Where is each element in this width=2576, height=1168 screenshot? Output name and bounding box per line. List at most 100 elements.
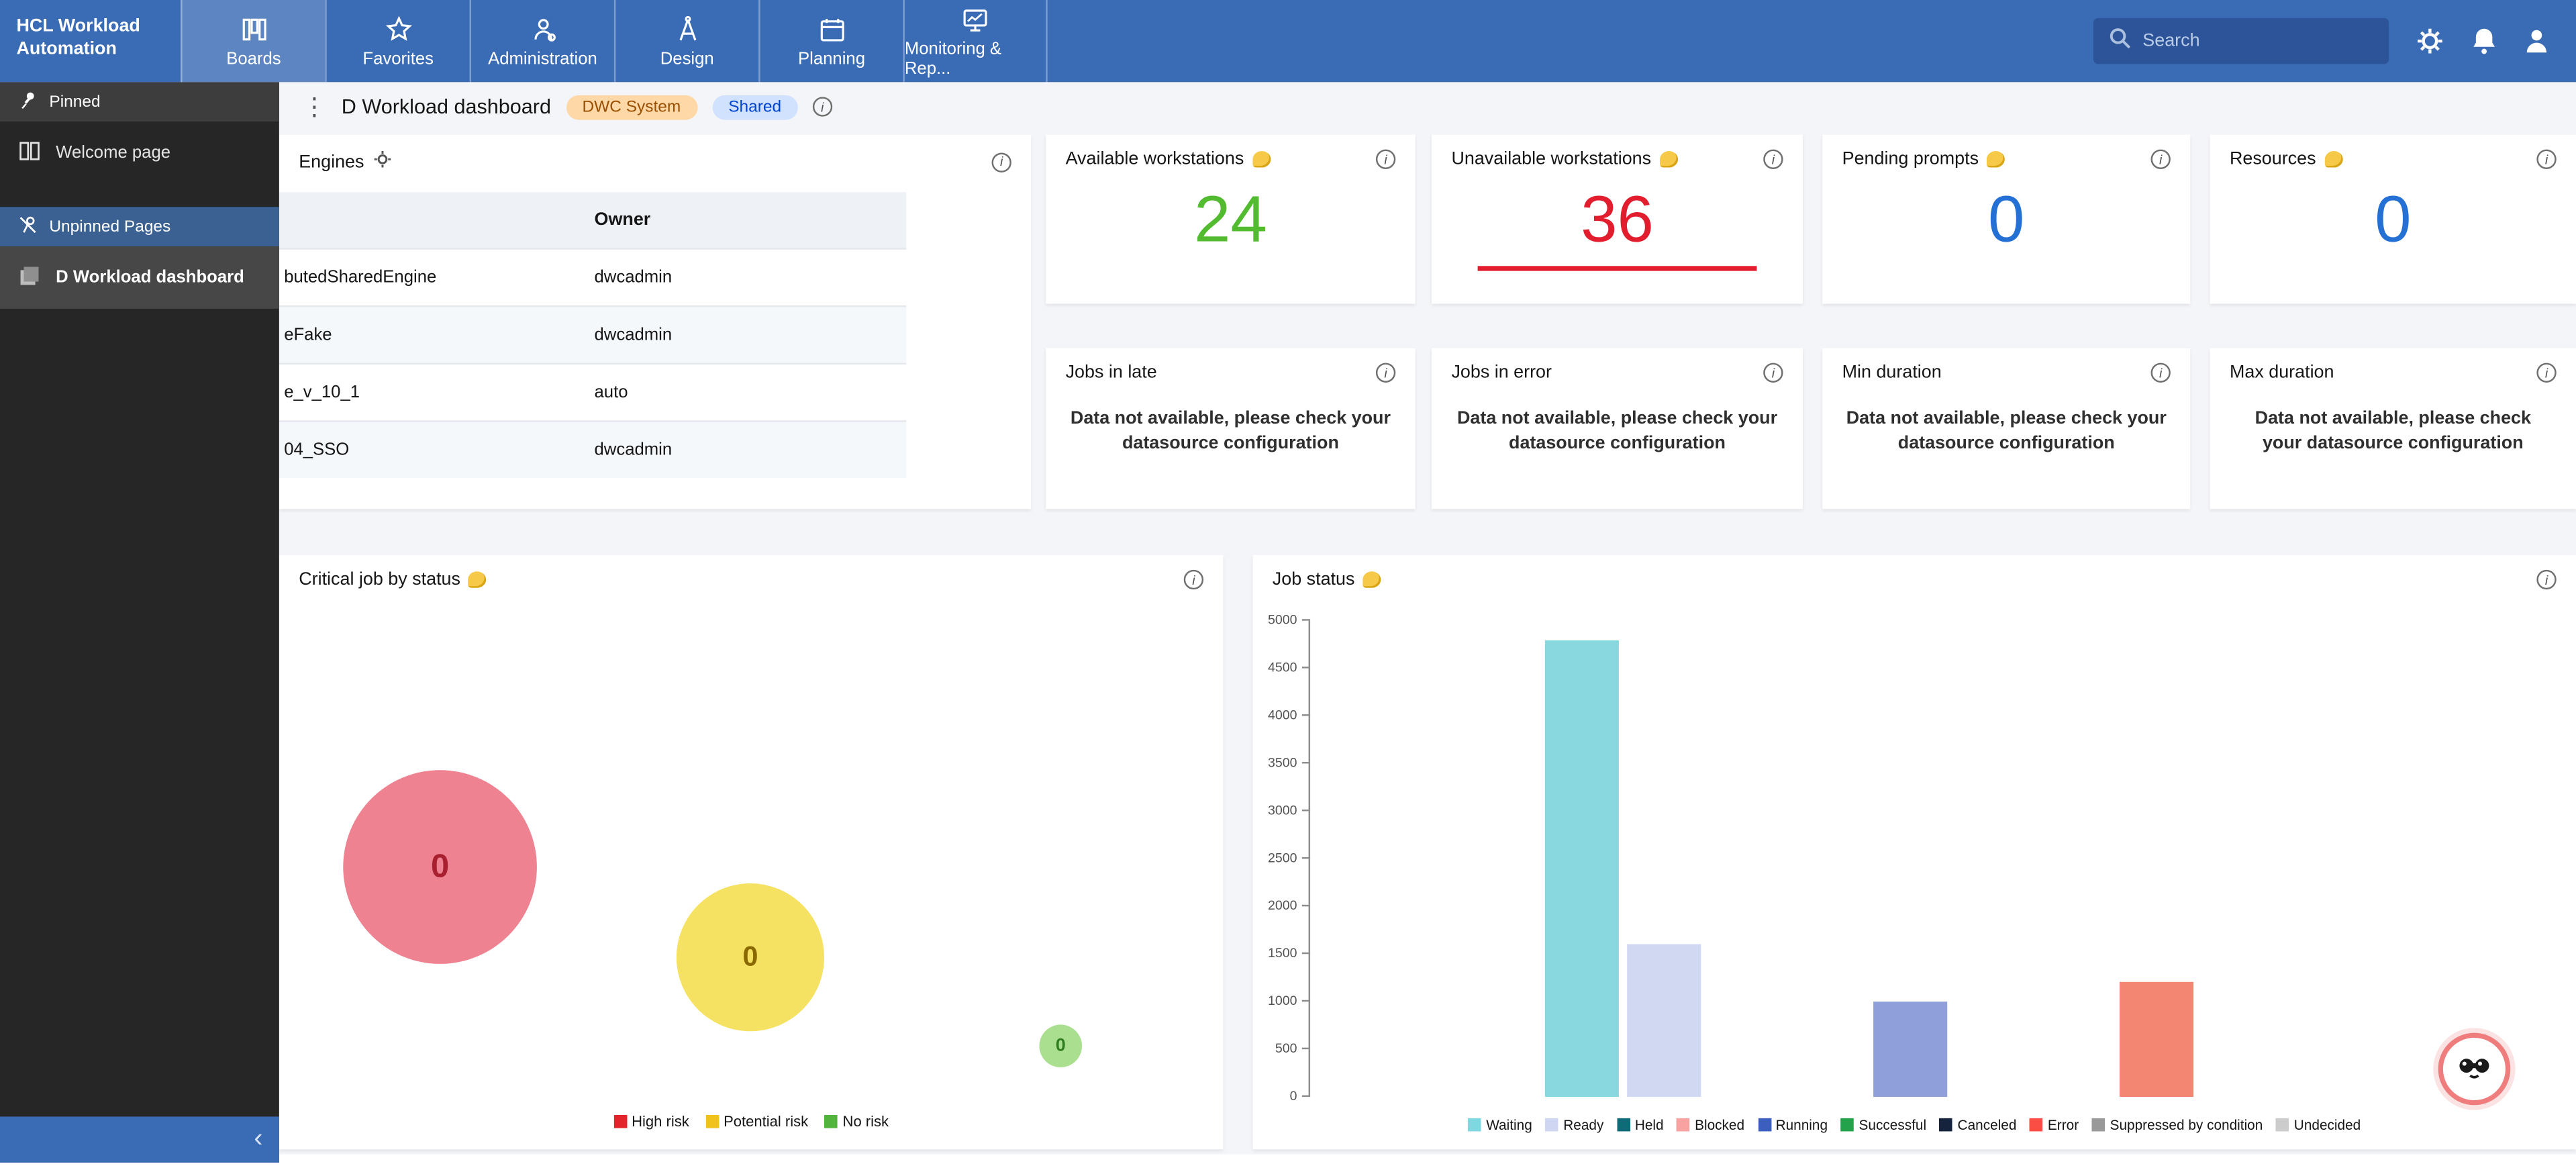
pointer-icon — [2324, 151, 2342, 167]
stat-value: 0 — [1988, 184, 2024, 256]
message-card-jobs-in-late: Jobs in latei Data not available, please… — [1046, 348, 1415, 509]
collapse-sidebar-chevron-icon[interactable]: ‹ — [254, 1126, 262, 1153]
chatbot-button[interactable] — [2438, 1033, 2511, 1106]
overflow-menu-icon[interactable]: ⋮ — [302, 95, 327, 119]
no-data-message: Data not available, please check your da… — [1046, 397, 1415, 458]
star-icon — [383, 14, 413, 44]
stat-card-unavailable-workstations: Unavailable workstations i 36 — [1432, 135, 1803, 304]
card-title: Resources — [2230, 150, 2316, 169]
nav-item-favorites[interactable]: Favorites — [325, 0, 469, 82]
info-icon[interactable]: i — [1763, 363, 1783, 383]
info-icon[interactable]: i — [1376, 363, 1395, 383]
legend-item: Running — [1758, 1116, 1828, 1132]
application-window: HCL Workload Automation Boards Favorites… — [0, 0, 2576, 1167]
table-row[interactable]: 04_SSO dwcadmin — [279, 420, 906, 478]
y-axis-tick-mark — [1302, 905, 1310, 906]
dashboard-icon — [18, 264, 41, 292]
primary-nav: Boards Favorites Administration Design P… — [181, 0, 1048, 82]
y-axis-tick-label: 4500 — [1254, 660, 1297, 675]
bubble-high-risk: 0 — [343, 770, 537, 964]
y-axis-tick-label: 3000 — [1254, 803, 1297, 818]
message-card-max-duration: Max durationi Data not available, please… — [2210, 348, 2576, 509]
settings-gear-icon[interactable] — [2415, 26, 2444, 56]
bar-ready — [1627, 944, 1701, 1097]
legend-item: Successful — [1841, 1116, 1926, 1132]
no-data-message: Data not available, please check your da… — [2210, 397, 2576, 458]
info-icon[interactable]: i — [2536, 363, 2556, 383]
sidebar-item-welcome-page[interactable]: Welcome page — [0, 121, 279, 184]
design-icon — [673, 14, 702, 44]
y-axis-tick-mark — [1302, 953, 1310, 954]
y-axis-tick-label: 3500 — [1254, 755, 1297, 770]
legend-item: Undecided — [2276, 1116, 2361, 1132]
bar-error — [2120, 983, 2193, 1097]
legend-item: Suppressed by condition — [2092, 1116, 2263, 1132]
pin-off-icon — [18, 214, 38, 239]
info-icon[interactable]: i — [2536, 150, 2556, 169]
user-profile-icon[interactable] — [2524, 26, 2550, 56]
administration-icon — [528, 14, 557, 44]
table-row[interactable]: eFake dwcadmin — [279, 305, 906, 363]
app-title-line2: Automation — [16, 38, 164, 62]
owner-cell: dwcadmin — [578, 248, 906, 305]
nav-item-monitoring-reporting[interactable]: Monitoring & Rep... — [903, 0, 1047, 82]
info-icon[interactable]: i — [2151, 363, 2171, 383]
info-icon[interactable]: i — [1763, 150, 1783, 169]
topbar-actions — [2093, 0, 2576, 82]
nav-item-boards[interactable]: Boards — [181, 0, 325, 82]
y-axis-tick-label: 1000 — [1254, 993, 1297, 1008]
owner-cell: auto — [578, 363, 906, 421]
info-icon[interactable]: i — [2536, 570, 2556, 589]
y-axis-tick-mark — [1302, 714, 1310, 716]
search-input[interactable] — [2142, 31, 2374, 50]
stat-value: 36 — [1581, 184, 1654, 256]
y-axis-tick-label: 500 — [1254, 1041, 1297, 1056]
card-title: Unavailable workstations — [1451, 150, 1651, 169]
page-title: D Workload dashboard — [342, 95, 551, 118]
stat-value: 24 — [1194, 184, 1267, 256]
owner-cell: dwcadmin — [578, 305, 906, 363]
table-row[interactable]: butedSharedEngine dwcadmin — [279, 248, 906, 305]
legend-item: Error — [2030, 1116, 2079, 1132]
nav-label: Design — [660, 48, 714, 68]
chatbot-face-icon — [2450, 1040, 2499, 1098]
legend-item: High risk — [613, 1114, 689, 1130]
message-card-jobs-in-error: Jobs in errori Data not available, pleas… — [1432, 348, 1803, 509]
info-icon[interactable]: i — [1376, 150, 1395, 169]
y-axis-tick-label: 0 — [1254, 1089, 1297, 1104]
engine-name-cell: butedSharedEngine — [279, 248, 578, 305]
nav-item-planning[interactable]: Planning — [758, 0, 903, 82]
stat-underline — [1478, 266, 1757, 271]
engine-name-column-header — [279, 192, 578, 248]
y-axis-tick-mark — [1302, 810, 1310, 811]
sidebar-item-d-workload-dashboard[interactable]: D Workload dashboard — [0, 246, 279, 309]
card-title: Available workstations — [1066, 150, 1244, 169]
unpinned-section-header[interactable]: Unpinned Pages — [0, 207, 279, 246]
legend-item: Canceled — [1940, 1116, 2017, 1132]
nav-item-design[interactable]: Design — [614, 0, 758, 82]
stat-card-resources: Resourcesi 0 — [2210, 135, 2576, 304]
table-row[interactable]: e_v_10_1 auto — [279, 363, 906, 421]
stat-card-pending-prompts: Pending promptsi 0 — [1822, 135, 2190, 304]
badge-dwc-system: DWC System — [566, 95, 697, 119]
bubble-potential-risk: 0 — [677, 883, 824, 1031]
nav-label: Favorites — [362, 48, 434, 68]
stat-card-available-workstations: Available workstations i 24 — [1046, 135, 1415, 304]
pointer-icon — [1659, 151, 1677, 167]
top-navigation-bar: HCL Workload Automation Boards Favorites… — [0, 0, 2576, 82]
app-logo: HCL Workload Automation — [0, 0, 181, 82]
info-icon[interactable]: i — [813, 97, 832, 116]
monitoring-icon — [960, 4, 990, 34]
y-axis-tick-label: 5000 — [1254, 612, 1297, 627]
bubble-chart-legend: High riskPotential riskNo risk — [279, 1114, 1224, 1130]
bubble-no-risk: 0 — [1039, 1024, 1082, 1067]
card-title: Engines — [299, 152, 364, 171]
nav-item-administration[interactable]: Administration — [470, 0, 614, 82]
page-header: ⋮ D Workload dashboard DWC System Shared… — [279, 82, 2576, 131]
notifications-bell-icon[interactable] — [2471, 26, 2497, 56]
nav-label: Boards — [226, 48, 281, 68]
info-icon[interactable]: i — [992, 152, 1011, 171]
engines-table: Owner butedSharedEngine dwcadmin eFake d… — [279, 192, 906, 478]
welcome-page-icon — [18, 139, 41, 167]
info-icon[interactable]: i — [2151, 150, 2171, 169]
